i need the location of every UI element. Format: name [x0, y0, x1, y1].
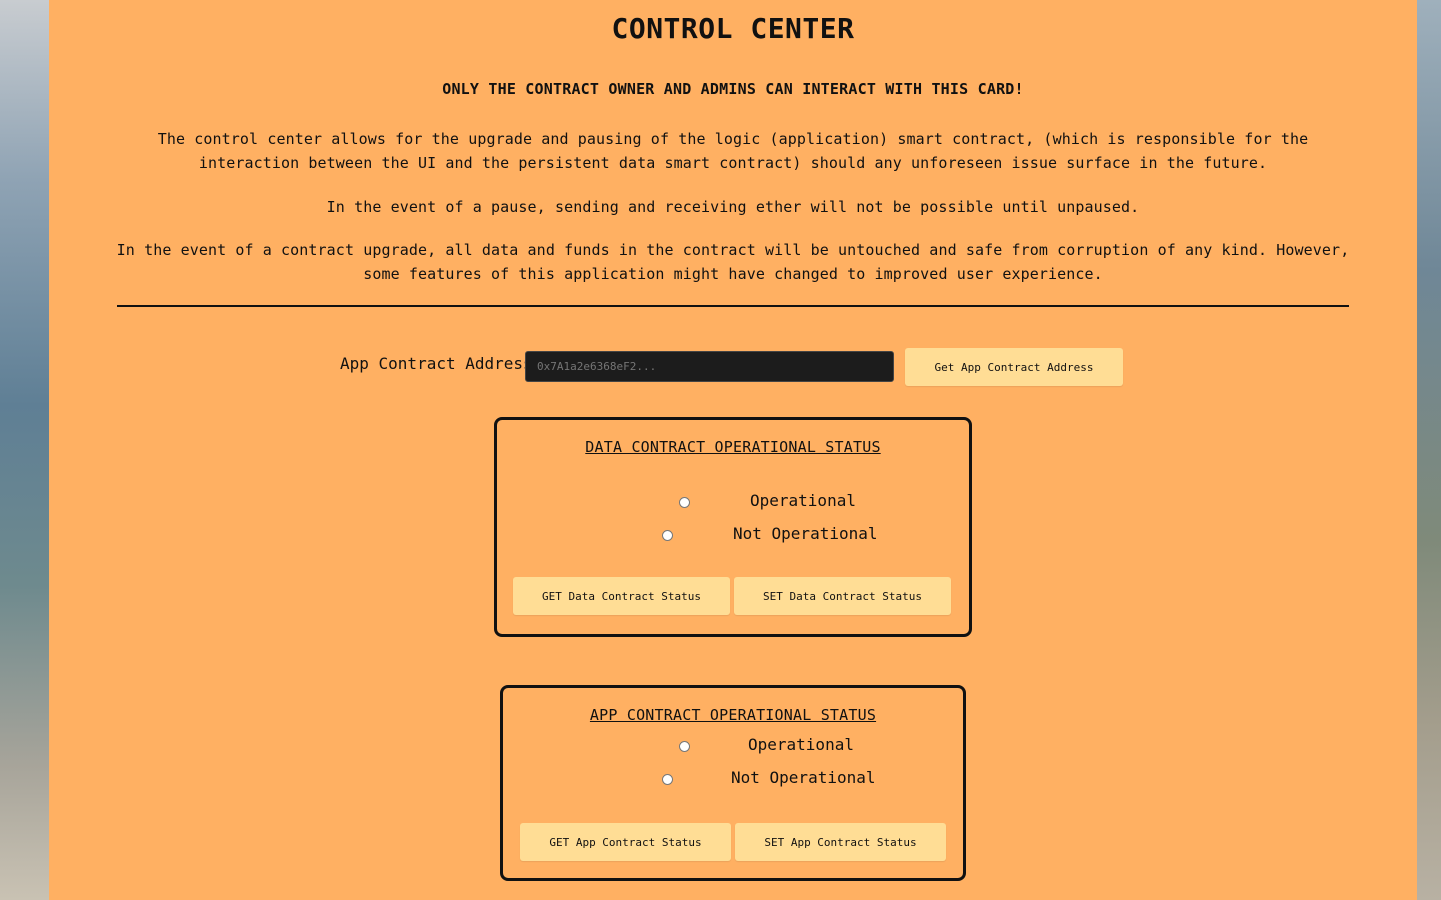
- app-operational-label: Operational: [748, 735, 854, 754]
- get-data-status-button[interactable]: GET Data Contract Status: [513, 577, 730, 615]
- app-not-operational-label: Not Operational: [731, 768, 876, 787]
- description-paragraph-2: In the event of a pause, sending and rec…: [326, 198, 1140, 216]
- app-operational-radio[interactable]: [679, 741, 690, 752]
- get-app-status-button[interactable]: GET App Contract Status: [520, 823, 731, 861]
- app-not-operational-radio[interactable]: [662, 774, 673, 785]
- data-contract-status-panel: DATA CONTRACT OPERATIONAL STATUS Operati…: [494, 417, 972, 637]
- divider: [117, 305, 1349, 307]
- app-address-input[interactable]: [525, 351, 894, 382]
- control-center-card: CONTROL CENTER ONLY THE CONTRACT OWNER A…: [49, 0, 1417, 900]
- app-contract-status-panel: APP CONTRACT OPERATIONAL STATUS Operatio…: [500, 685, 966, 881]
- app-address-label: App Contract Address: [340, 354, 533, 373]
- set-data-status-button[interactable]: SET Data Contract Status: [734, 577, 951, 615]
- app-status-title: APP CONTRACT OPERATIONAL STATUS: [589, 706, 877, 724]
- set-app-status-button[interactable]: SET App Contract Status: [735, 823, 946, 861]
- app-address-row: App Contract Address Get App Contract Ad…: [49, 348, 1417, 386]
- data-operational-radio[interactable]: [679, 497, 690, 508]
- data-not-operational-label: Not Operational: [733, 524, 878, 543]
- data-operational-label: Operational: [750, 491, 856, 510]
- description-paragraph-1: The control center allows for the upgrad…: [157, 130, 1309, 172]
- data-not-operational-radio[interactable]: [662, 530, 673, 541]
- page-title: CONTROL CENTER: [611, 12, 855, 45]
- admin-warning: ONLY THE CONTRACT OWNER AND ADMINS CAN I…: [442, 80, 1024, 98]
- background-image-right: [1417, 0, 1441, 900]
- get-app-address-button[interactable]: Get App Contract Address: [905, 348, 1123, 386]
- description-paragraph-3: In the event of a contract upgrade, all …: [116, 241, 1350, 283]
- data-status-title: DATA CONTRACT OPERATIONAL STATUS: [585, 438, 881, 456]
- background-image-left: [0, 0, 49, 900]
